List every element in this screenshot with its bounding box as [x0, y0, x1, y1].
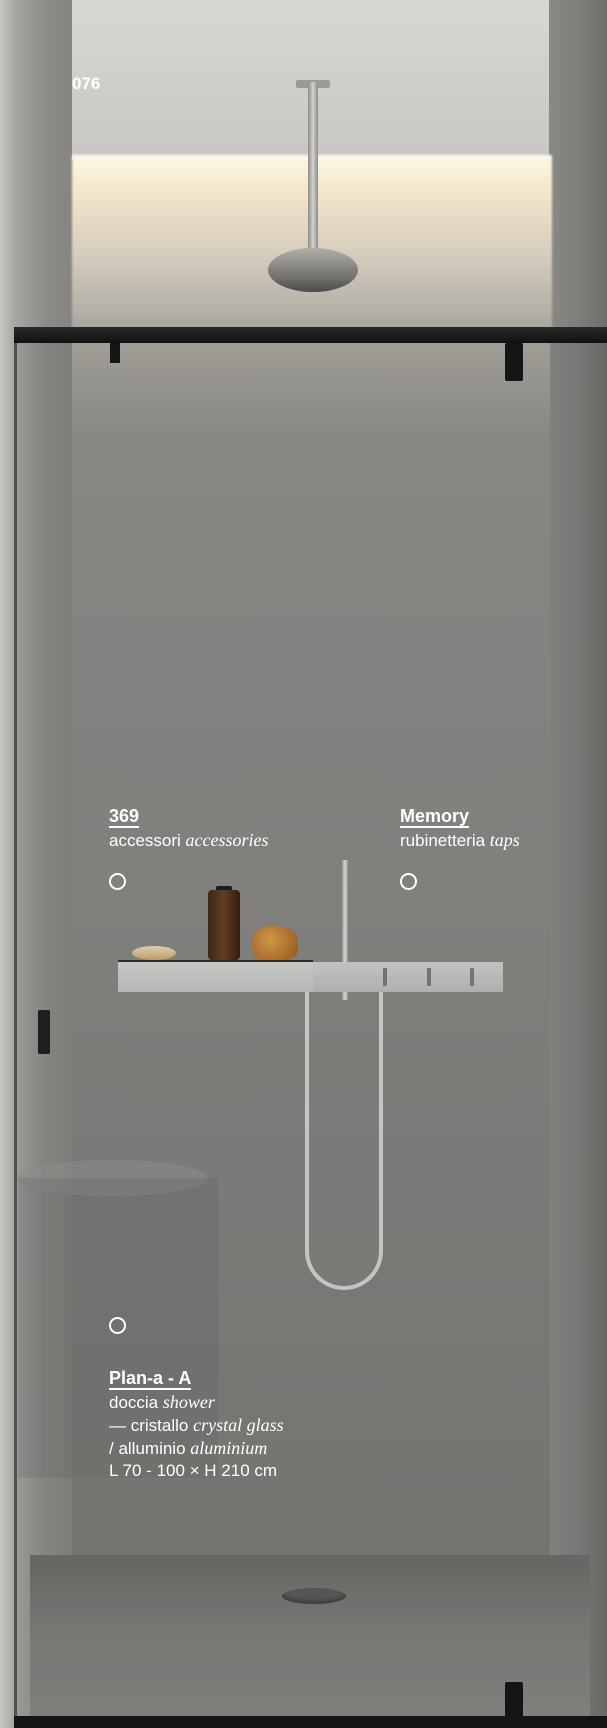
line-italic: shower	[162, 1392, 215, 1412]
callout-line: — cristallo crystal glass	[109, 1414, 284, 1437]
line-text: doccia	[109, 1393, 159, 1412]
callout-shower: Plan-a - A doccia shower — cristallo cry…	[109, 1368, 284, 1482]
door-handle	[38, 1010, 50, 1054]
line-italic: accessories	[185, 830, 269, 850]
line-text: — cristallo	[109, 1416, 189, 1435]
line-text: rubinetteria	[400, 831, 486, 850]
callout-line: accessori accessories	[109, 829, 269, 852]
bottom-rail	[14, 1716, 607, 1728]
callout-title: 369	[109, 806, 140, 828]
shower-pipe	[308, 82, 318, 254]
hotspot-marker-accessories[interactable]	[109, 873, 126, 890]
callout-taps: Memory rubinetteria taps	[400, 806, 520, 852]
top-rail	[14, 327, 607, 343]
line-text: / alluminio	[109, 1439, 186, 1458]
glass-door	[14, 340, 607, 1725]
line-italic: taps	[489, 830, 520, 850]
hotspot-marker-taps[interactable]	[400, 873, 417, 890]
callout-line: / alluminio aluminium	[109, 1437, 284, 1460]
callout-title: Plan-a - A	[109, 1368, 192, 1390]
line-italic: crystal glass	[193, 1415, 284, 1435]
callout-line: doccia shower	[109, 1391, 284, 1414]
shower-head	[268, 248, 358, 292]
hotspot-marker-shower[interactable]	[109, 1317, 126, 1334]
bottom-clip	[505, 1682, 523, 1718]
line-text: accessori	[109, 831, 181, 850]
callout-accessories: 369 accessori accessories	[109, 806, 269, 852]
callout-line: rubinetteria taps	[400, 829, 520, 852]
page-number: 076	[72, 74, 101, 93]
callout-title: Memory	[400, 806, 470, 828]
line-italic: aluminium	[190, 1438, 268, 1458]
catalog-page: 076 369 accessori accessories Memory rub…	[0, 0, 607, 1728]
rail-clip	[505, 343, 523, 381]
callout-dimensions: L 70 - 100 × H 210 cm	[109, 1461, 278, 1480]
rail-clip	[110, 343, 120, 363]
